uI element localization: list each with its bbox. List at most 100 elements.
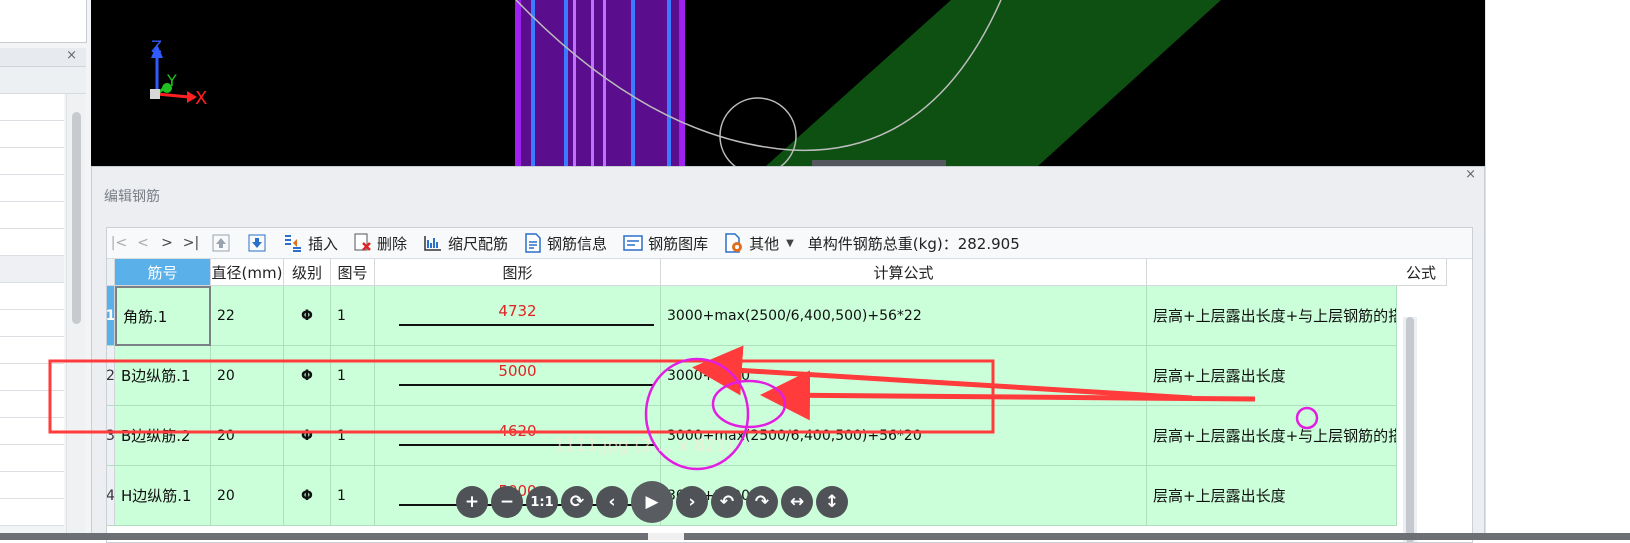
list-item[interactable] (0, 364, 64, 391)
grid-scroll-thumb[interactable] (1406, 317, 1414, 542)
cell-name[interactable]: B边纵筋.1 (115, 346, 211, 406)
cell-description[interactable]: 层高+上层露出长度 (1147, 466, 1397, 526)
list-item[interactable] (0, 94, 64, 121)
document-icon (525, 233, 541, 253)
left-panel-titlebar: × (0, 48, 86, 67)
left-panel-list (0, 94, 64, 526)
table-row[interactable]: 1 角筋.1 22 Φ 1 4732 3000+max(2500/6,400,5… (107, 286, 1397, 346)
cell-diameter[interactable]: 22 (211, 286, 284, 346)
row-number[interactable]: 4 (107, 466, 115, 526)
list-item[interactable] (0, 445, 64, 472)
play-slideshow-button[interactable]: ▶ (631, 481, 673, 523)
next-record-button[interactable]: > (155, 235, 179, 251)
cell-description[interactable]: 层高+上层露出长度+与上层钢筋的搭 (1147, 286, 1397, 346)
first-record-button[interactable]: |< (107, 235, 131, 251)
move-down-button[interactable] (239, 232, 275, 254)
column-header-grade[interactable]: 级别 (284, 259, 331, 286)
cell-description[interactable]: 层高+上层露出长度+与上层钢筋的搭 (1147, 406, 1397, 466)
play-icon: ▶ (645, 492, 659, 512)
scale-rebar-button[interactable]: 缩尺配筋 (415, 230, 516, 256)
cell-name[interactable]: H边纵筋.1 (115, 466, 211, 526)
list-item[interactable] (0, 310, 64, 337)
rebar-line (667, 0, 671, 166)
column-header-shape[interactable]: 图形 (375, 259, 661, 286)
list-item[interactable] (0, 121, 64, 148)
list-item[interactable] (0, 283, 64, 310)
rebar-line (531, 0, 535, 166)
rotate-left-icon: ↶ (719, 492, 735, 512)
cell-figure-no[interactable]: 1 (331, 406, 375, 466)
last-record-button[interactable]: >| (179, 235, 203, 251)
cell-grade[interactable]: Φ (284, 466, 331, 526)
move-up-icon (212, 234, 230, 252)
row-number[interactable]: 2 (107, 346, 115, 406)
list-item[interactable] (0, 499, 64, 526)
list-item[interactable] (0, 175, 64, 202)
column-header-diameter[interactable]: 直径(mm) (211, 259, 284, 286)
insert-button[interactable]: 插入 (275, 230, 346, 256)
column-header-description[interactable]: 公式 (1147, 259, 1447, 286)
column-header-formula[interactable]: 计算公式 (661, 259, 1147, 286)
left-dock-panel: × (0, 0, 91, 540)
list-item[interactable] (0, 337, 64, 364)
cell-grade[interactable]: Φ (284, 286, 331, 346)
left-panel-scroll-thumb[interactable] (72, 112, 81, 324)
rotate-right-button[interactable]: ↷ (746, 486, 778, 518)
move-up-button[interactable] (203, 232, 239, 254)
cell-diameter[interactable]: 20 (211, 346, 284, 406)
list-item[interactable] (0, 256, 64, 283)
library-icon (623, 235, 643, 251)
rebar-library-label: 钢筋图库 (648, 234, 709, 253)
editor-close-icon[interactable]: × (1465, 167, 1476, 182)
left-panel-close-icon[interactable]: × (66, 48, 77, 63)
3d-viewport[interactable]: Z Y X (91, 0, 1485, 166)
flip-vertical-button[interactable]: ↕ (816, 486, 848, 518)
reset-button[interactable]: ⟳ (561, 486, 593, 518)
cell-diameter[interactable]: 20 (211, 406, 284, 466)
next-image-button[interactable]: › (676, 486, 708, 518)
zoom-out-button[interactable]: − (491, 486, 523, 518)
zoom-in-button[interactable]: + (456, 486, 488, 518)
delete-button[interactable]: 删除 (346, 230, 415, 256)
list-item[interactable] (0, 418, 64, 445)
bottom-bar-tick (648, 533, 684, 540)
cell-name[interactable]: B边纵筋.2 (115, 406, 211, 466)
list-item[interactable] (0, 391, 64, 418)
rotate-left-button[interactable]: ↶ (711, 486, 743, 518)
cell-figure-no[interactable]: 1 (331, 286, 375, 346)
rebar-library-button[interactable]: 钢筋图库 (615, 230, 716, 256)
table-row[interactable]: 3 B边纵筋.2 20 Φ 1 4620 3000+max(2500/6,400… (107, 406, 1397, 466)
list-item[interactable] (0, 148, 64, 175)
rebar-line (573, 0, 576, 166)
row-number[interactable]: 3 (107, 406, 115, 466)
cell-diameter[interactable]: 20 (211, 466, 284, 526)
cell-shape[interactable]: 4732 (375, 286, 661, 346)
grid-vertical-scrollbar[interactable] (1403, 317, 1417, 542)
list-item[interactable] (0, 202, 64, 229)
cell-formula[interactable]: 3000+2000 (661, 346, 1147, 406)
other-dropdown[interactable]: 其他 ▼ (716, 230, 802, 256)
flip-horizontal-button[interactable]: ↔ (781, 486, 813, 518)
cell-grade[interactable]: Φ (284, 406, 331, 466)
axis-origin (150, 89, 160, 99)
cell-figure-no[interactable]: 1 (331, 466, 375, 526)
rebar-info-button[interactable]: 钢筋信息 (516, 230, 615, 256)
cell-formula[interactable]: 3000+max(2500/6,400,500)+56*22 (661, 286, 1147, 346)
cell-figure-no[interactable]: 1 (331, 346, 375, 406)
table-row[interactable]: 2 B边纵筋.1 20 Φ 1 5000 3000+2000 层高+上层露出长度 (107, 346, 1397, 406)
cell-formula[interactable]: 3000+max(2500/6,400,500)+56*20 (661, 406, 1147, 466)
cell-name[interactable]: 角筋.1 (115, 286, 211, 346)
previous-image-button[interactable]: ‹ (596, 486, 628, 518)
list-item[interactable] (0, 472, 64, 499)
actual-size-button[interactable]: 1:1 (526, 486, 558, 518)
list-item[interactable] (0, 229, 64, 256)
column-header-name[interactable]: 筋号 (115, 259, 211, 286)
column-header-figure-no[interactable]: 图号 (331, 259, 375, 286)
row-number[interactable]: 1 (107, 286, 115, 346)
cell-description[interactable]: 层高+上层露出长度 (1147, 346, 1397, 406)
cell-shape[interactable]: 5000 (375, 346, 661, 406)
previous-record-button[interactable]: < (131, 235, 155, 251)
rotate-right-icon: ↷ (754, 492, 770, 512)
left-panel-scrollbar[interactable] (66, 94, 85, 540)
cell-grade[interactable]: Φ (284, 346, 331, 406)
